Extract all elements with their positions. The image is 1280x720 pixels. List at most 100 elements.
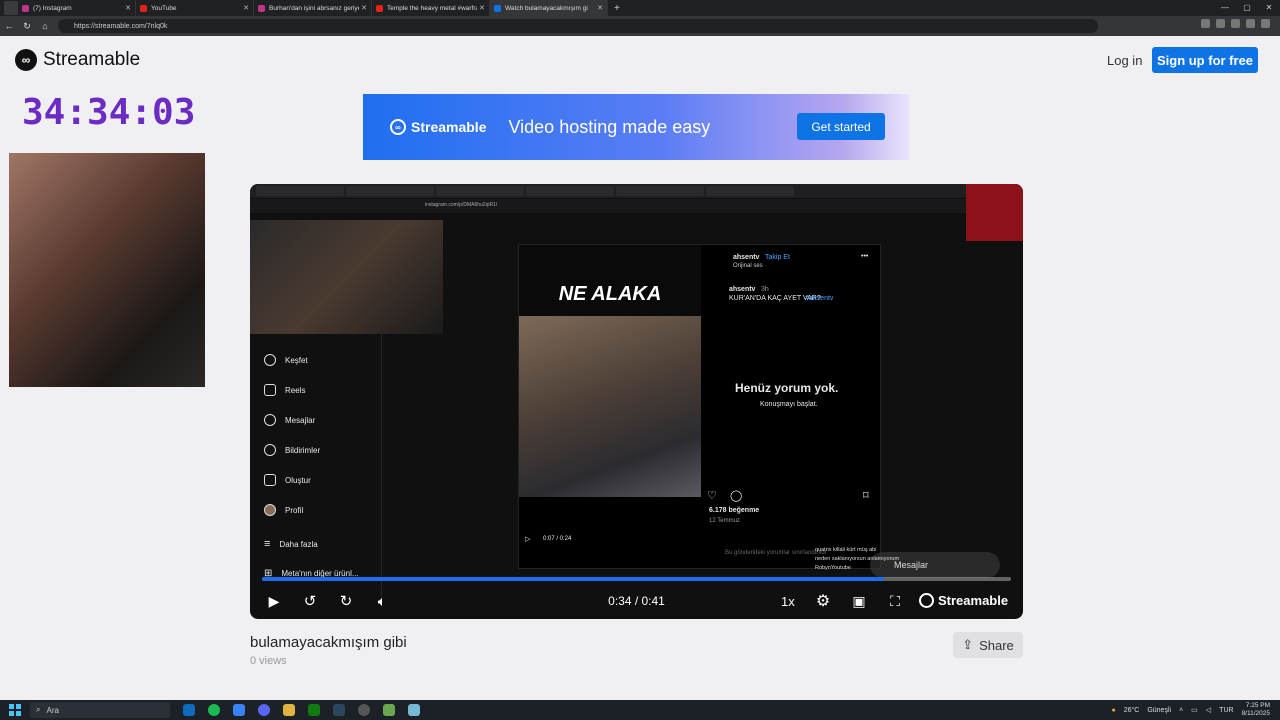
player-streamable-logo[interactable]: Streamable xyxy=(919,593,1008,608)
playback-time: 0:34 / 0:41 xyxy=(608,594,665,608)
tab-label: Watch bulamayacakmışım gi xyxy=(505,4,588,12)
share-button[interactable]: ⇪ Share xyxy=(953,632,1023,658)
banner-logo-text: Streamable xyxy=(411,119,487,135)
extension-icon[interactable] xyxy=(1231,19,1240,28)
more-menu-icon: ≡ xyxy=(264,538,271,550)
close-tab-icon[interactable]: ✕ xyxy=(597,4,603,12)
taskbar-search-placeholder: Ara xyxy=(46,705,59,715)
caption-time: 3h xyxy=(761,286,769,293)
extension-icon[interactable] xyxy=(1201,19,1210,28)
tab-youtube[interactable]: YouTube ✕ xyxy=(136,0,254,16)
youtube-icon xyxy=(376,4,383,12)
minimize-icon[interactable]: — xyxy=(1214,0,1236,16)
get-started-button[interactable]: Get started xyxy=(797,113,885,140)
close-tab-icon[interactable]: ✕ xyxy=(479,4,485,12)
network-icon[interactable]: ▭ xyxy=(1191,706,1198,714)
banner-logo: ∞ Streamable xyxy=(390,119,486,135)
reload-icon[interactable]: ↻ xyxy=(18,21,36,32)
windows-taskbar: ⌕ Ara ● 26°C Güneşli ˄ ▭ ◁ TUR 7:25 PM 8… xyxy=(0,700,1280,720)
signup-button[interactable]: Sign up for free xyxy=(1152,47,1258,73)
create-icon xyxy=(264,474,276,486)
recorded-url-bar: instagram.com/p/DMA6hu2qiR1/ xyxy=(250,199,970,213)
picture-in-picture-icon[interactable]: ▣ xyxy=(848,584,870,619)
instagram-sidebar: Keşfet Reels Mesajlar Bildirimler Oluştu… xyxy=(250,334,382,604)
streamable-logo-icon: ∞ xyxy=(390,119,406,135)
clock-date: 8/11/2025 xyxy=(1241,710,1270,717)
search-icon: ⌕ xyxy=(36,705,41,714)
profile-icon[interactable] xyxy=(1246,19,1255,28)
url-field[interactable]: https://streamable.com/7nlq0k xyxy=(58,19,1098,33)
ig-menu-item: Keşfet xyxy=(264,354,308,366)
extensions-bar xyxy=(1201,19,1270,28)
follow-link: Takip Et xyxy=(765,254,790,261)
close-window-icon[interactable]: ✕ xyxy=(1258,0,1280,16)
discord-icon[interactable] xyxy=(258,704,270,716)
tab-actions-icon[interactable] xyxy=(4,1,18,15)
spotify-icon[interactable] xyxy=(208,704,220,716)
home-icon[interactable]: ⌂ xyxy=(36,21,54,31)
language-indicator[interactable]: TUR xyxy=(1219,707,1233,714)
xbox-icon[interactable] xyxy=(308,704,320,716)
close-tab-icon[interactable]: ✕ xyxy=(125,4,131,12)
close-tab-icon[interactable]: ✕ xyxy=(361,4,367,12)
recorded-url-text: instagram.com/p/DMA6hu2qiR1/ xyxy=(425,202,498,208)
extension-icon[interactable] xyxy=(1216,19,1225,28)
edge-icon[interactable] xyxy=(183,704,195,716)
playback-speed-button[interactable]: 1x xyxy=(781,584,795,619)
logo-text: Streamable xyxy=(43,49,141,70)
video-views: 0 views xyxy=(250,655,287,667)
instagram-icon xyxy=(258,4,265,12)
tray-chevron-icon[interactable]: ˄ xyxy=(1179,707,1183,714)
no-comments-text: Henüz yorum yok. xyxy=(735,381,839,395)
volume-icon[interactable]: ◁ xyxy=(1206,706,1211,714)
more-options-icon: ••• xyxy=(861,253,869,260)
settings-gear-icon[interactable]: ⚙ xyxy=(812,584,834,619)
webcam-overlay xyxy=(9,153,205,387)
recorded-avatar xyxy=(966,184,1023,241)
tab-streamable[interactable]: Watch bulamayacakmışım gi ✕ xyxy=(490,0,608,16)
ig-menu-item: Oluştur xyxy=(264,474,311,486)
original-audio: Orijinal ses xyxy=(733,263,763,269)
notepad-icon[interactable] xyxy=(408,704,420,716)
file-explorer-icon[interactable] xyxy=(283,704,295,716)
browser-icon[interactable] xyxy=(233,704,245,716)
ig-menu-item: ≡ Daha fazla xyxy=(264,538,318,550)
clock[interactable]: 7:25 PM 8/11/2025 xyxy=(1242,702,1270,718)
login-link[interactable]: Log in xyxy=(1107,53,1142,68)
steam-icon[interactable] xyxy=(333,704,345,716)
maximize-icon[interactable]: ▢ xyxy=(1236,0,1258,16)
streamable-logo[interactable]: ∞ Streamable xyxy=(15,49,140,71)
ig-menu-item: Reels xyxy=(264,384,305,396)
stream-timer: 34:34:03 xyxy=(22,92,196,133)
tab-instagram-reel[interactable]: Burhan'dan işini abrsanız geriye n ✕ xyxy=(254,0,372,16)
share-icon: ⇪ xyxy=(962,637,974,652)
taskbar-search[interactable]: ⌕ Ara xyxy=(30,702,170,718)
tab-instagram[interactable]: (7) Instagram ✕ xyxy=(18,0,136,16)
start-icon[interactable] xyxy=(9,704,21,716)
reels-icon xyxy=(264,384,276,396)
profile-icon xyxy=(264,504,276,516)
video-player[interactable]: instagram.com/p/DMA6hu2qiR1/ Keşfet Reel… xyxy=(250,184,1023,619)
tab-label: Burhan'dan işini abrsanız geriye n xyxy=(269,4,360,12)
explore-icon xyxy=(264,354,276,366)
like-icon: ♡ xyxy=(707,490,717,502)
progress-bar[interactable] xyxy=(262,577,1011,581)
instagram-post: NE ALAKA ahsentv Takip Et Orijinal ses •… xyxy=(518,244,881,569)
ad-banner[interactable]: ∞ Streamable Video hosting made easy Get… xyxy=(363,94,909,160)
obs-icon[interactable] xyxy=(383,704,395,716)
reel-video: NE ALAKA xyxy=(519,245,701,497)
close-tab-icon[interactable]: ✕ xyxy=(243,4,249,12)
ig-menu-item: Mesajlar xyxy=(264,414,315,426)
app-icon[interactable] xyxy=(358,704,370,716)
chat-line: quatrix killali kürt müş abi xyxy=(815,547,877,553)
post-account: ahsentv xyxy=(733,254,760,261)
tab-label: (7) Instagram xyxy=(33,4,72,12)
fullscreen-icon[interactable]: ⛶ xyxy=(884,584,906,619)
menu-icon[interactable] xyxy=(1261,19,1270,28)
back-icon[interactable]: ← xyxy=(0,21,18,31)
messages-icon xyxy=(264,414,276,426)
heart-icon xyxy=(264,444,276,456)
new-tab-icon[interactable]: + xyxy=(614,3,620,14)
tab-youtube-video[interactable]: Temple the heavy metal #warfran ✕ xyxy=(372,0,490,16)
reel-photo xyxy=(519,316,701,497)
